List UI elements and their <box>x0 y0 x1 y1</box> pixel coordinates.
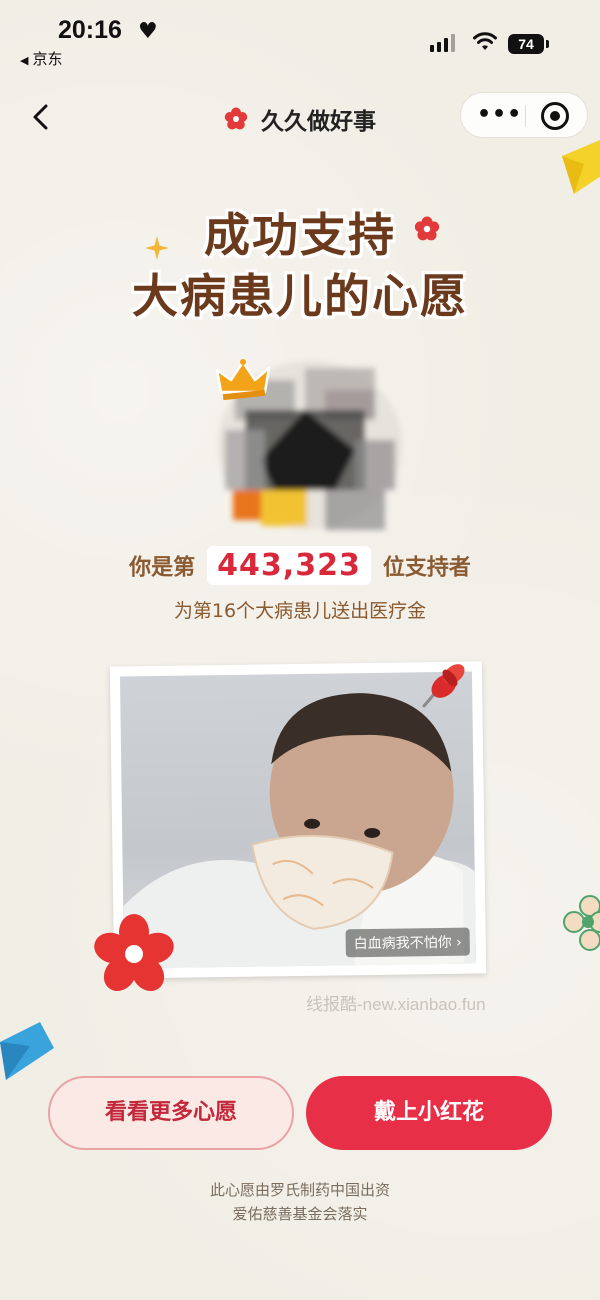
status-bar: 20:16 ♥ ◀ 京东 74 <box>0 0 600 72</box>
nav-bar: 久久做好事 ••• <box>0 90 600 144</box>
nav-title: 久久做好事 <box>261 109 377 135</box>
supporter-prefix: 你是第 <box>129 555 196 581</box>
photo-caption-link[interactable]: 白血病我不怕你 › <box>345 927 470 958</box>
back-app-label: 京东 <box>32 50 63 68</box>
blue-origami-decoration <box>0 1022 54 1080</box>
view-more-wishes-button[interactable]: 看看更多心愿 <box>48 1076 294 1150</box>
watermark-text: 线报酷-new.xianbao.fun <box>306 995 486 1014</box>
supporter-count-line: 你是第 443,323 位支持者 <box>0 546 600 585</box>
heart-icon: ♥ <box>138 19 158 44</box>
battery-icon: 74 <box>508 34 549 54</box>
capsule-divider <box>525 105 526 127</box>
wifi-icon <box>473 32 497 50</box>
yellow-origami-decoration <box>562 140 600 194</box>
footer-line-1: 此心愿由罗氏制药中国出资 <box>209 1181 390 1199</box>
footer-line-2: 爱佑慈善基金会落实 <box>232 1205 368 1223</box>
close-miniprogram-icon[interactable] <box>541 102 569 130</box>
sponsor-footer: 此心愿由罗氏制药中国出资 爱佑慈善基金会落实 <box>0 1178 600 1226</box>
back-triangle-icon: ◀ <box>20 54 29 67</box>
mini-program-capsule: ••• <box>460 92 588 138</box>
red-flower-icon <box>224 107 248 130</box>
supporter-count: 443,323 <box>207 546 371 585</box>
wear-red-flower-button[interactable]: 戴上小红花 <box>306 1076 552 1150</box>
more-options-icon[interactable]: ••• <box>477 93 521 139</box>
cellular-signal-icon <box>430 34 460 52</box>
push-pin-icon <box>422 664 465 708</box>
headline-line-2: 大病患儿的心愿 <box>132 269 468 323</box>
back-to-app-link[interactable]: ◀ 京东 <box>20 48 62 69</box>
crown-icon <box>215 359 271 401</box>
supporter-subtext: 为第16个大病患儿送出医疗金 <box>173 600 427 622</box>
green-flower-decoration <box>563 895 600 951</box>
red-flower-decoration <box>94 914 174 992</box>
status-time: 20:16 <box>58 16 122 44</box>
success-headline: 成功支持 大病患儿的心愿 <box>0 206 600 328</box>
headline-line-1: 成功支持 <box>204 208 396 262</box>
supporter-suffix: 位支持者 <box>382 555 471 581</box>
